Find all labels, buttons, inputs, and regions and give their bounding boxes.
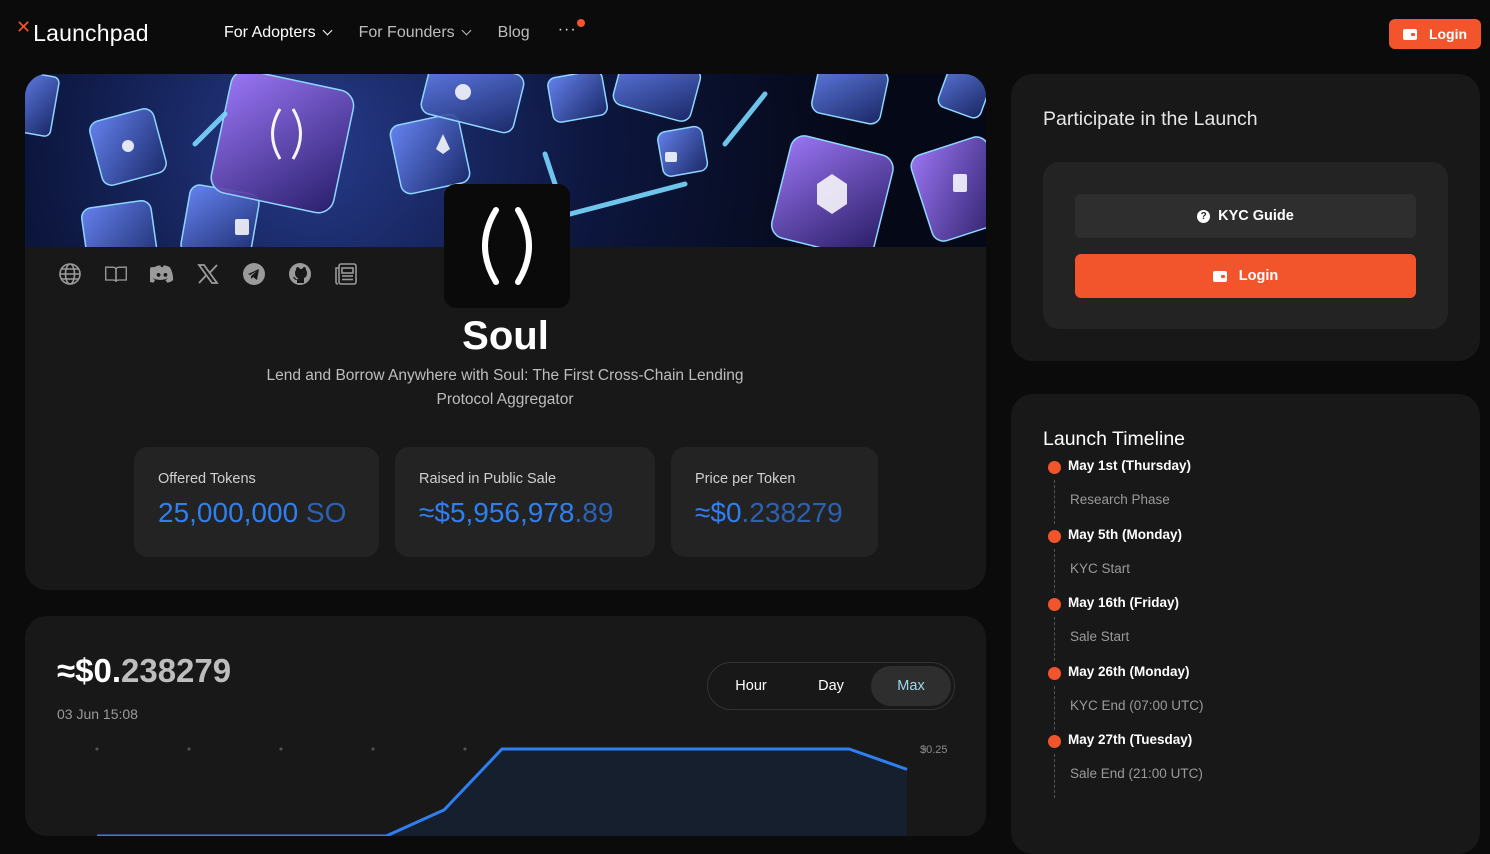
brand-mark-icon: ✕ [16,17,32,37]
login-button[interactable]: Login [1389,19,1481,49]
range-day-button[interactable]: Day [791,666,871,706]
y-tick-label: $0.25 [920,744,948,756]
project-card: Soul Lend and Borrow Anywhere with Soul:… [25,74,986,590]
chevron-down-icon [322,25,333,35]
stat-label: Price per Token [695,471,796,487]
top-navbar: ✕ Launchpad For Adopters For Founders Bl… [0,0,1490,68]
timeline-desc: Research Phase [1070,492,1170,507]
timeline-date: May 27th (Tuesday) [1068,732,1193,747]
stat-value: 25,000,000 SO [158,497,347,528]
time-range-selector: Hour Day Max [707,662,955,710]
timeline-connector [1054,617,1055,661]
project-tagline: Lend and Borrow Anywhere with Soul: The … [245,364,765,412]
timeline-desc: KYC Start [1070,561,1131,576]
timeline-connector [1054,686,1055,730]
login-button-label: Login [1428,26,1468,42]
range-max-button[interactable]: Max [871,666,951,706]
stat-value: ≈$0.238279 [695,497,843,528]
range-hour-button[interactable]: Hour [711,666,791,706]
timeline-date: May 1st (Thursday) [1068,458,1192,473]
wallet-icon [1212,270,1227,282]
timeline-dot [1048,735,1061,748]
grid-dot [463,747,467,751]
participate-title: Participate in the Launch [1043,108,1258,130]
price-area [97,749,907,836]
nav-for-founders[interactable]: For Founders [358,24,472,42]
tagline-line-1: Lend and Borrow Anywhere with Soul: The … [266,367,744,384]
nav-blog-label: Blog [497,24,530,41]
grid-dot [279,747,283,751]
timeline-date: May 5th (Monday) [1068,527,1183,542]
stat-offered-tokens: Offered Tokens 25,000,000 SO [134,447,379,557]
soul-logo-icon [482,207,532,285]
brand-name: Launchpad [33,20,149,46]
timeline-connector [1054,549,1055,593]
globe-icon[interactable] [58,262,82,286]
notification-dot [576,19,585,27]
timeline-desc: Sale Start [1070,629,1130,644]
grid-dot [95,747,99,751]
question-icon: ? [1197,209,1211,223]
stat-label: Offered Tokens [158,471,256,487]
discord-icon[interactable] [150,262,174,286]
main-nav: For Adopters For Founders Blog ··· [224,19,585,42]
docs-book-icon[interactable] [104,262,128,286]
kyc-guide-button[interactable]: ? KYC Guide [1075,194,1416,238]
timeline-dot [1048,530,1061,543]
tagline-line-2: Protocol Aggregator [436,391,574,408]
more-menu-button[interactable]: ··· [557,19,585,39]
nav-blog[interactable]: Blog [498,24,530,42]
stat-label: Raised in Public Sale [419,471,557,487]
price-chart-card: ≈$0.238279 03 Jun 15:08 Hour Day Max $0.… [25,616,986,836]
participate-login-button[interactable]: Login [1075,254,1416,298]
stat-raised-public-sale: Raised in Public Sale ≈$5,956,978.89 [395,447,655,557]
github-icon[interactable] [288,262,312,286]
stat-price-per-token: Price per Token ≈$0.238279 [671,447,878,557]
x-twitter-icon[interactable] [196,262,220,286]
timeline-connector [1054,754,1055,798]
timeline-title: Launch Timeline [1043,428,1186,450]
grid-dot [371,747,375,751]
nav-for-adopters-label: For Adopters [224,24,316,41]
participate-login-label: Login [1238,268,1279,284]
timeline-desc: Sale End (21:00 UTC) [1070,766,1203,781]
project-title: Soul [462,314,549,358]
timeline-dot [1048,598,1061,611]
participate-card: Participate in the Launch ? KYC Guide Lo… [1011,74,1480,361]
brand-logo[interactable]: ✕ Launchpad [16,17,149,47]
nav-for-adopters[interactable]: For Adopters [224,24,333,42]
kyc-guide-label: KYC Guide [1218,208,1294,224]
timeline-date: May 16th (Friday) [1068,595,1180,610]
participate-panel: ? KYC Guide Login [1043,162,1448,329]
timeline-date: May 26th (Monday) [1068,664,1190,679]
chevron-down-icon [461,25,472,35]
nav-for-founders-label: For Founders [358,24,455,41]
timeline-desc: KYC End (07:00 UTC) [1070,698,1204,713]
price-line-chart[interactable]: $0.25 [25,736,986,836]
launch-timeline-card: Launch Timeline May 1st (Thursday) Resea… [1011,394,1480,854]
more-dots-icon: ··· [557,21,577,38]
price-timestamp: 03 Jun 15:08 [57,706,138,722]
news-icon[interactable] [334,262,358,286]
wallet-icon [1402,28,1417,40]
timeline-connector [1054,480,1055,524]
telegram-icon[interactable] [242,262,266,286]
stat-value: ≈$5,956,978.89 [419,497,614,528]
token-logo [444,184,570,308]
current-price: ≈$0.238279 [57,652,232,689]
grid-dot [187,747,191,751]
timeline-dot [1048,667,1061,680]
social-links [58,262,380,286]
timeline-dot [1048,461,1061,474]
